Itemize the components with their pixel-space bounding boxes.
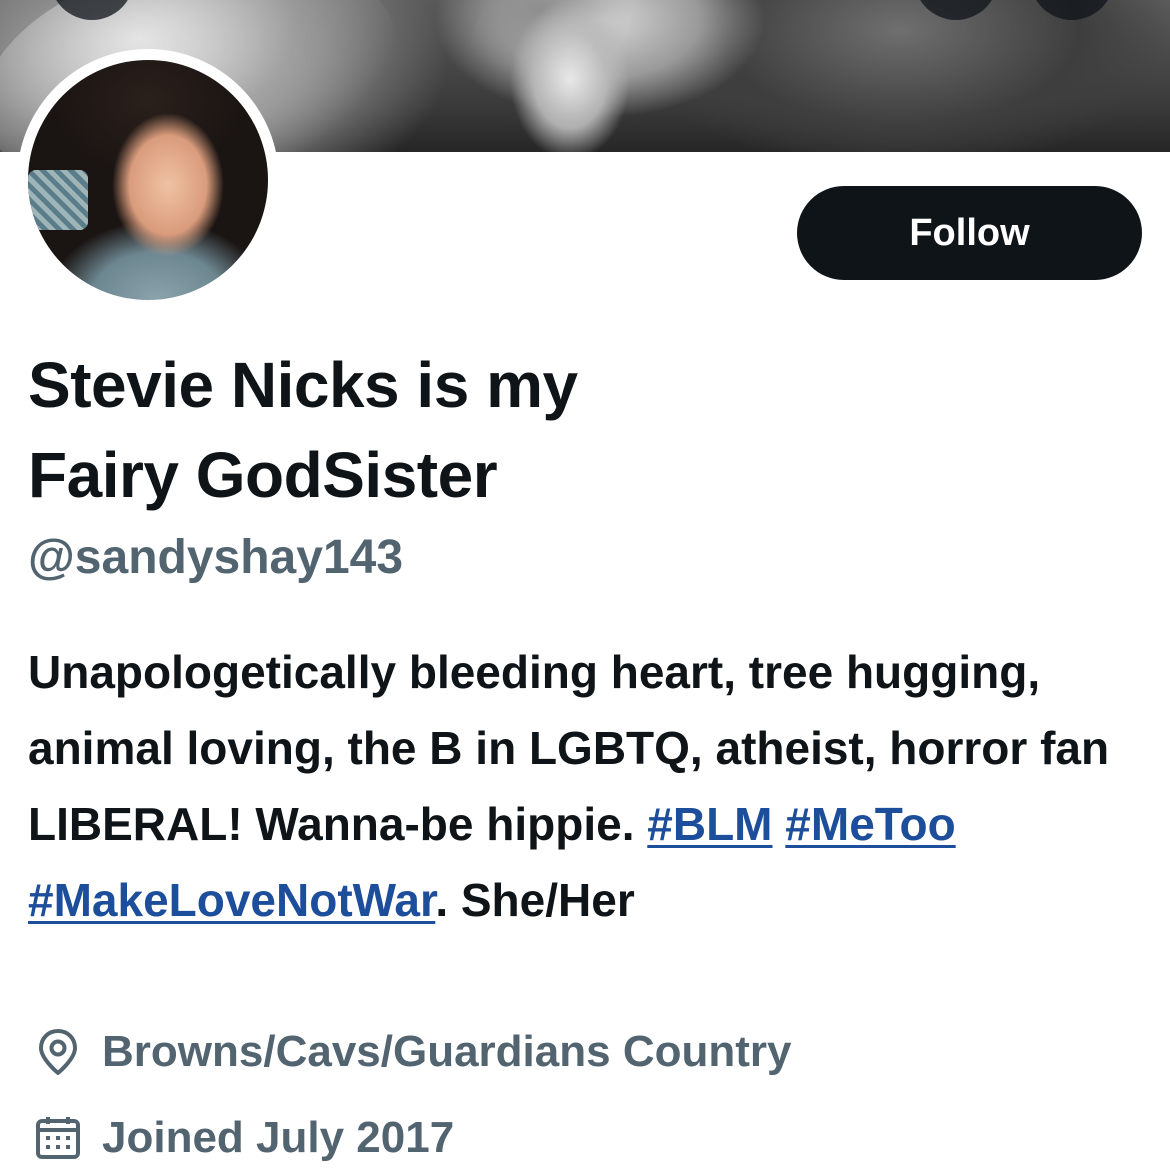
- hashtag-link-metoo[interactable]: #MeToo: [785, 798, 955, 850]
- bio-pronouns-text: . She/Her: [435, 874, 635, 926]
- avatar-photo: [28, 60, 268, 300]
- location-text: Browns/Cavs/Guardians Country: [102, 1027, 792, 1076]
- display-name-line-2: Fairy GodSister: [28, 439, 498, 511]
- hashtag-link-makelovenotwar[interactable]: #MakeLoveNotWar: [28, 874, 435, 926]
- banner-figure-shape: [470, 0, 680, 152]
- bio-space: [773, 798, 786, 850]
- search-button[interactable]: [914, 0, 998, 20]
- calendar-icon: [32, 1112, 84, 1164]
- more-options-button[interactable]: [1030, 0, 1114, 20]
- display-name-line-1: Stevie Nicks is my: [28, 349, 578, 421]
- user-handle: @sandyshay143: [28, 531, 404, 584]
- hashtag-link-blm[interactable]: #BLM: [647, 798, 772, 850]
- follow-button[interactable]: Follow: [797, 186, 1142, 280]
- avatar-background-pattern: [28, 170, 88, 230]
- location-pin-icon: [32, 1026, 84, 1078]
- display-name: Stevie Nicks is my Fairy GodSister: [28, 340, 788, 520]
- profile-location: Browns/Cavs/Guardians Country: [32, 1026, 791, 1078]
- profile-join-date: Joined July 2017: [32, 1112, 454, 1164]
- avatar[interactable]: [17, 49, 279, 311]
- joined-date-text: Joined July 2017: [102, 1113, 455, 1162]
- profile-bio: Unapologetically bleeding heart, tree hu…: [28, 634, 1148, 938]
